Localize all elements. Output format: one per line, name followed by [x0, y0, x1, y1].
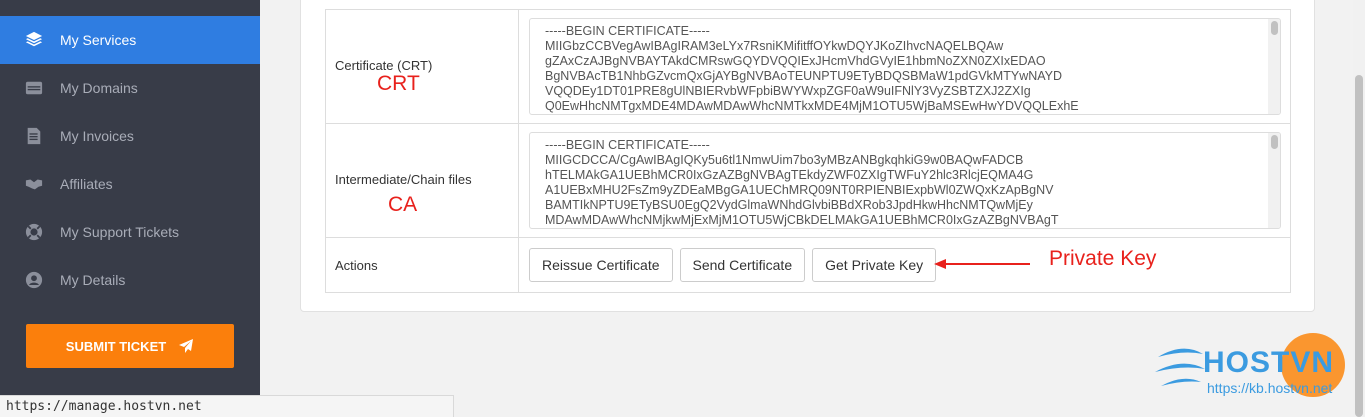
- send-certificate-button[interactable]: Send Certificate: [679, 248, 806, 282]
- sidebar: My Services My Domains My Invoices Affil…: [0, 0, 260, 417]
- actions-label: Actions: [335, 257, 378, 273]
- layers-icon: [24, 30, 44, 50]
- ca-row: Intermediate/Chain files CA -----BEGIN C…: [326, 123, 1290, 237]
- handshake-icon: [24, 174, 44, 194]
- sidebar-item-label: My Details: [60, 272, 126, 288]
- private-key-annotation: Private Key: [1049, 247, 1157, 270]
- sidebar-item-my-domains[interactable]: My Domains: [0, 64, 260, 112]
- sidebar-item-label: My Domains: [60, 80, 138, 96]
- server-icon: [24, 78, 44, 98]
- paper-plane-icon: [179, 339, 194, 353]
- ca-scrollbar[interactable]: [1268, 133, 1280, 228]
- crt-label: Certificate (CRT): [335, 58, 433, 73]
- ca-text: -----BEGIN CERTIFICATE----- MIIGCDCCA/Cg…: [545, 138, 1059, 227]
- sidebar-item-label: My Invoices: [60, 128, 134, 144]
- ca-scroll-thumb[interactable]: [1271, 135, 1278, 149]
- get-private-key-button[interactable]: Get Private Key: [812, 248, 937, 282]
- certificate-panel: Certificate (CRT) CRT -----BEGIN CERTIFI…: [300, 0, 1315, 312]
- crt-annotation: CRT: [377, 72, 420, 95]
- sidebar-item-label: My Services: [60, 32, 137, 48]
- crt-scrollbar[interactable]: [1268, 19, 1280, 114]
- crt-value-cell: -----BEGIN CERTIFICATE----- MIIGbzCCBVeg…: [519, 10, 1290, 123]
- submit-ticket-button[interactable]: SUBMIT TICKET: [26, 324, 234, 368]
- invoice-icon: [24, 126, 44, 146]
- crt-row: Certificate (CRT) CRT -----BEGIN CERTIFI…: [326, 9, 1290, 123]
- user-circle-icon: [24, 270, 44, 290]
- crt-textarea[interactable]: -----BEGIN CERTIFICATE----- MIIGbzCCBVeg…: [529, 18, 1281, 115]
- sidebar-item-my-support-tickets[interactable]: My Support Tickets: [0, 208, 260, 256]
- watermark-url: https://kb.hostvn.net: [1207, 380, 1333, 396]
- watermark-brand: HOSTVN: [1203, 346, 1335, 379]
- ca-label: Intermediate/Chain files: [335, 172, 472, 187]
- sidebar-item-affiliates[interactable]: Affiliates: [0, 160, 260, 208]
- sidebar-item-my-invoices[interactable]: My Invoices: [0, 112, 260, 160]
- submit-ticket-label: SUBMIT TICKET: [65, 338, 167, 354]
- crt-scroll-thumb[interactable]: [1271, 21, 1278, 35]
- page-scrollbar[interactable]: [1353, 0, 1365, 417]
- main-content: Certificate (CRT) CRT -----BEGIN CERTIFI…: [260, 0, 1365, 417]
- hostvn-watermark: HOSTVN https://kb.hostvn.net: [1153, 322, 1365, 402]
- annotation-arrow-icon: [934, 259, 1030, 269]
- ca-value-cell: -----BEGIN CERTIFICATE----- MIIGCDCCA/Cg…: [519, 124, 1290, 237]
- lifebuoy-icon: [24, 222, 44, 242]
- reissue-certificate-button[interactable]: Reissue Certificate: [529, 248, 673, 282]
- ca-label-cell: Intermediate/Chain files CA: [326, 124, 519, 237]
- actions-label-cell: Actions: [326, 238, 519, 292]
- page-scroll-thumb[interactable]: [1355, 75, 1363, 417]
- sidebar-item-label: Affiliates: [60, 176, 113, 192]
- ca-annotation: CA: [388, 193, 418, 216]
- crt-label-cell: Certificate (CRT) CRT: [326, 10, 519, 123]
- sidebar-item-my-details[interactable]: My Details: [0, 256, 260, 304]
- status-bar-url: https://manage.hostvn.net: [0, 395, 454, 417]
- sidebar-item-label: My Support Tickets: [60, 224, 180, 240]
- actions-value-cell: Reissue Certificate Send Certificate Get…: [519, 238, 1290, 292]
- sidebar-item-my-services[interactable]: My Services: [0, 16, 260, 64]
- ca-textarea[interactable]: -----BEGIN CERTIFICATE----- MIIGCDCCA/Cg…: [529, 132, 1281, 229]
- crt-text: -----BEGIN CERTIFICATE----- MIIGbzCCBVeg…: [545, 24, 1079, 113]
